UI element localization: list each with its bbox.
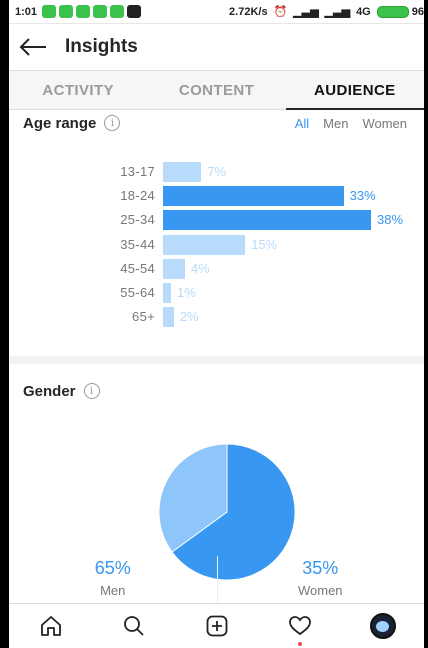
tab-activity[interactable]: ACTIVITY [9,71,147,109]
back-button[interactable] [9,24,57,70]
status-bar: 1:01 2.72K/s ⏰ ▁▃▅ ▁▃▅ 4G 96 [9,0,424,24]
bar [163,186,344,207]
bar-row: 13-17 7% [9,162,424,182]
bar-row: 45-54 4% [9,258,424,279]
bar-category-label: 18-24 [120,188,155,204]
age-range-title: Age range [23,114,97,132]
nav-home[interactable] [29,604,73,648]
gender-section: Gender i 65% Men 35% Women [9,378,424,614]
battery-level: 96 [411,5,424,18]
notification-icon [127,5,142,18]
bar [163,210,371,231]
bar-value-label: 33% [349,188,376,204]
bar [163,234,246,255]
bar-value-label: 4% [190,260,210,276]
notification-icon [59,5,74,18]
battery-icon [376,5,409,18]
filter-men[interactable]: Men [316,116,355,131]
notification-icon [42,5,57,18]
bar-value-label: 2% [179,309,199,325]
stat-value: 65% [94,558,131,578]
filter-women[interactable]: Women [355,116,414,131]
bar [163,162,202,182]
bar-category-label: 13-17 [120,164,155,179]
bottom-nav [9,603,424,648]
bar [163,283,171,303]
battery-indicator: 96 [376,5,424,18]
activity-heart-icon [288,616,311,636]
bar-value-label: 15% [251,236,278,252]
page-title: Insights [65,36,138,57]
gender-stats: 65% Men 35% Women [9,558,424,598]
bar-category-label: 55-64 [120,285,155,300]
nav-activity[interactable] [278,604,322,648]
app-header: Insights [9,24,424,71]
network-type: 4G [356,5,371,18]
tab-content[interactable]: CONTENT [147,71,285,109]
nav-add[interactable] [195,604,239,648]
alarm-icon: ⏰ [273,6,288,18]
notification-icons [42,5,142,18]
age-range-section: Age range i All Men Women 13-17 7% 18-24 33… [9,110,424,364]
filter-all[interactable]: All [288,116,316,131]
bar-value-label: 38% [377,212,404,228]
notification-icon [110,5,125,18]
bar [163,307,174,328]
stat-label: Women [297,583,343,598]
bar-row: 65+ 2% [9,307,424,328]
bar-row: 18-24 33% [9,186,424,207]
info-icon[interactable]: i [104,115,121,131]
age-filter: All Men Women [288,116,424,131]
signal-icon-2: ▁▃▅ [324,6,351,18]
profile-avatar [369,613,396,639]
notification-icon [76,5,91,18]
home-icon [40,616,61,636]
bar-value-label: 1% [177,285,196,300]
bar [163,258,185,279]
info-icon[interactable]: i [83,383,100,399]
nav-profile[interactable] [361,604,405,648]
stat-value: 35% [302,558,339,578]
gender-title: Gender [23,382,76,400]
stat-men: 65% Men [9,558,217,598]
insights-tabs: ACTIVITY CONTENT AUDIENCE [9,71,424,110]
tab-audience[interactable]: AUDIENCE [285,71,424,110]
bar-category-label: 35-44 [120,236,155,252]
stat-label: Men [100,583,126,598]
age-range-header: Age range i All Men Women [9,110,424,136]
bar-row: 55-64 1% [9,283,424,303]
network-speed: 2.72K/s [229,5,268,18]
bar-category-label: 45-54 [120,260,155,276]
status-time: 1:01 [15,5,38,18]
status-right: 2.72K/s ⏰ ▁▃▅ ▁▃▅ 4G 96 [229,5,424,18]
bar-row: 35-44 15% [9,234,424,255]
arrow-left-icon [19,38,46,56]
nav-search[interactable] [112,604,156,648]
add-post-icon [206,615,227,637]
notification-dot [297,642,302,646]
app-screen: 1:01 2.72K/s ⏰ ▁▃▅ ▁▃▅ 4G 96 Insights AC… [9,0,424,648]
search-icon [123,616,144,636]
gender-header: Gender i [9,378,424,404]
bar-category-label: 65+ [132,309,155,325]
stat-women: 35% Women [217,558,425,598]
notification-icon [93,5,108,18]
bar-row: 25-34 38% [9,210,424,231]
bar-category-label: 25-34 [120,212,155,228]
signal-icon: ▁▃▅ [293,6,319,18]
bar-value-label: 7% [207,164,227,179]
